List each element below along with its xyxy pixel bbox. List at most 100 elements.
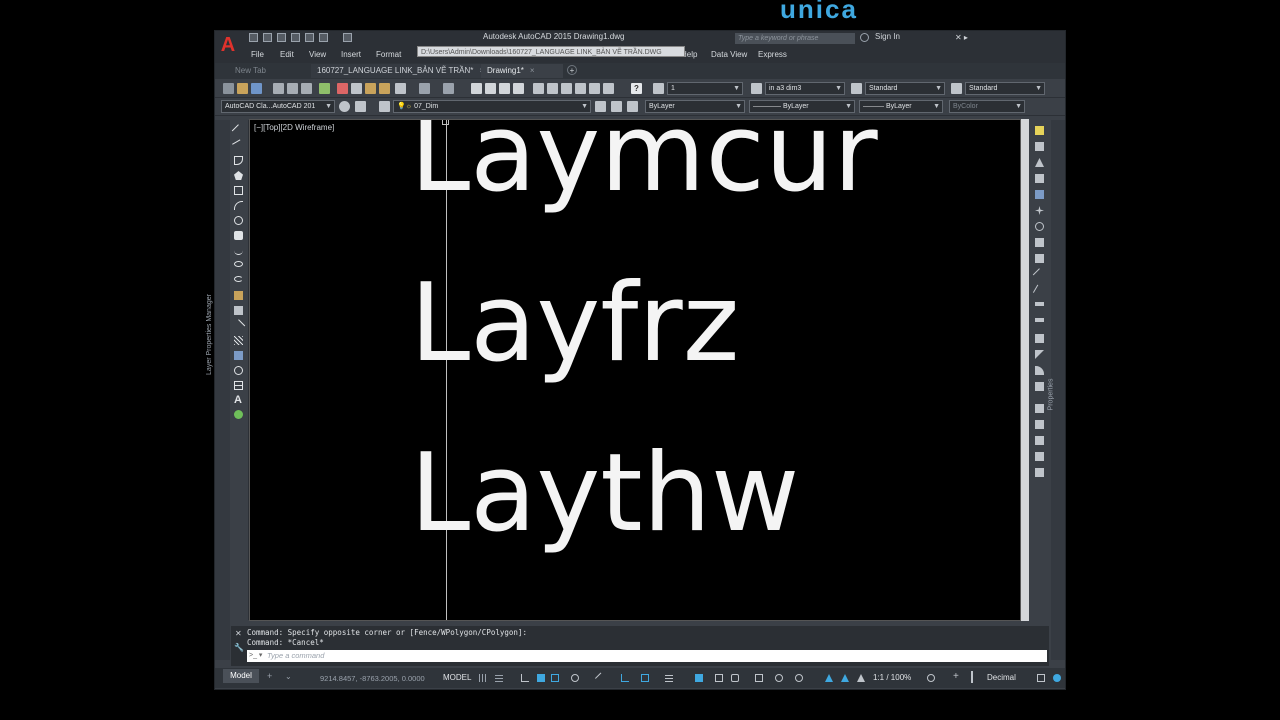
- send-under-icon[interactable]: [1035, 468, 1044, 477]
- auto-scale-icon[interactable]: [841, 674, 849, 682]
- zoom-realtime-icon[interactable]: [485, 83, 496, 94]
- block-editor-icon[interactable]: [395, 83, 406, 94]
- layer-states-icon[interactable]: [627, 101, 638, 112]
- trim-icon[interactable]: [1032, 268, 1047, 282]
- chevron-down-icon[interactable]: ⌄: [285, 672, 292, 681]
- polygon-icon[interactable]: [234, 171, 243, 180]
- text-style-icon[interactable]: [653, 83, 664, 94]
- menu-data-view[interactable]: Data View: [711, 50, 747, 59]
- text-style-select[interactable]: Standard ▼: [865, 82, 945, 95]
- stretch-icon[interactable]: [1035, 254, 1044, 263]
- hatch-icon[interactable]: [234, 336, 243, 345]
- workspace-select[interactable]: AutoCAD Cla...AutoCAD 201 ▼: [221, 100, 335, 113]
- autocad-logo-icon[interactable]: A: [215, 31, 241, 65]
- line-icon[interactable]: [231, 124, 246, 138]
- customization-icon[interactable]: [1053, 674, 1061, 682]
- rotate-icon[interactable]: [1035, 222, 1044, 231]
- design-center-icon[interactable]: [547, 83, 558, 94]
- drawing-canvas[interactable]: [−][Top][2D Wireframe] Laymcur Layfrz La…: [249, 119, 1021, 621]
- add-layout-plus-icon[interactable]: +: [267, 671, 272, 681]
- menu-view[interactable]: View: [309, 50, 326, 59]
- undo-arrow-icon[interactable]: [419, 83, 430, 94]
- chamfer-icon[interactable]: [1035, 350, 1044, 359]
- new-tab-plus-icon[interactable]: +: [567, 65, 577, 75]
- quickcalc-icon[interactable]: [603, 83, 614, 94]
- insert-block-icon[interactable]: [234, 291, 243, 300]
- drawing-text-laythw[interactable]: Laythw: [410, 440, 799, 548]
- join-icon[interactable]: [1035, 334, 1044, 343]
- save-disk-icon[interactable]: [251, 83, 262, 94]
- break-icon[interactable]: [1035, 318, 1044, 322]
- 3d-osnap-icon[interactable]: [731, 674, 739, 682]
- extend-icon[interactable]: [1032, 284, 1047, 298]
- clean-screen-icon[interactable]: [1037, 674, 1045, 682]
- gear-icon[interactable]: [339, 101, 350, 112]
- annotation-scale-icon[interactable]: [857, 674, 865, 682]
- save-as-icon[interactable]: [291, 33, 300, 42]
- ellipse-icon[interactable]: [234, 261, 243, 267]
- drawing-text-laymcur[interactable]: Laymcur: [410, 120, 878, 208]
- multileader-style-icon[interactable]: [951, 83, 962, 94]
- menu-express[interactable]: Express: [758, 50, 787, 59]
- spline-icon[interactable]: [234, 246, 243, 255]
- arc-icon[interactable]: [234, 201, 243, 210]
- ellipse-arc-icon[interactable]: [234, 276, 243, 282]
- point-icon[interactable]: [231, 319, 246, 333]
- layer-select[interactable]: 💡☼ 07_Dim ▼: [393, 100, 591, 113]
- drawing-text-layfrz[interactable]: Layfrz: [410, 270, 739, 378]
- multiline-text-icon[interactable]: A: [234, 394, 242, 406]
- infer-constraints-icon[interactable]: [521, 674, 529, 682]
- grid-icon[interactable]: [479, 674, 487, 682]
- ortho-icon[interactable]: [551, 674, 559, 682]
- publish-icon[interactable]: [301, 83, 312, 94]
- dynamic-input-icon[interactable]: [537, 674, 545, 682]
- sheet-set-icon[interactable]: [575, 83, 586, 94]
- layer-properties-palette-strip[interactable]: [215, 120, 230, 660]
- annotation-monitor-plus-icon[interactable]: +: [953, 671, 959, 682]
- erase-icon[interactable]: [1035, 126, 1044, 135]
- paste-icon[interactable]: [365, 83, 376, 94]
- help-search-input[interactable]: Type a keyword or phrase: [735, 33, 855, 44]
- linetype-select[interactable]: ———— ByLayer ▼: [749, 100, 855, 113]
- workspace-gear-icon[interactable]: [927, 674, 935, 682]
- polyline-icon[interactable]: [234, 156, 243, 165]
- cut-icon[interactable]: [337, 83, 348, 94]
- menu-format[interactable]: Format: [376, 50, 401, 59]
- units-select[interactable]: Decimal: [987, 673, 1016, 682]
- exchange-icon[interactable]: ✕ ▸: [955, 33, 968, 42]
- tab-language-link[interactable]: 160727_LANGUAGE LINK_BẢN VẼ TRẦN*×: [311, 64, 491, 78]
- table-style-select[interactable]: Standard ▼: [965, 82, 1045, 95]
- menu-insert[interactable]: Insert: [341, 50, 361, 59]
- offset-icon[interactable]: [1035, 174, 1044, 183]
- transparency-icon[interactable]: [695, 674, 703, 682]
- draw-order-icon[interactable]: [1035, 404, 1044, 413]
- redo-icon[interactable]: [343, 33, 352, 42]
- fillet-icon[interactable]: [1035, 366, 1044, 375]
- object-snap-icon[interactable]: [641, 674, 649, 682]
- save-icon[interactable]: [277, 33, 286, 42]
- viewport-scale[interactable]: 1:1 / 100%: [873, 673, 911, 682]
- zoom-window-icon[interactable]: [499, 83, 510, 94]
- coordinates-readout[interactable]: 9214.8457, -8763.2005, 0.0000: [320, 674, 425, 683]
- layer-properties-icon[interactable]: [379, 101, 390, 112]
- command-input[interactable]: >_ ▾ Type a command: [247, 650, 1047, 662]
- viewport-controls[interactable]: [−][Top][2D Wireframe]: [254, 123, 334, 132]
- array-icon[interactable]: [1035, 190, 1044, 199]
- help-icon[interactable]: ?: [631, 83, 642, 94]
- annotation-visibility-icon[interactable]: [825, 674, 833, 682]
- explode-icon[interactable]: [1035, 382, 1044, 391]
- open-folder-icon[interactable]: [237, 83, 248, 94]
- undo-icon[interactable]: [319, 33, 328, 42]
- bring-above-icon[interactable]: [1035, 452, 1044, 461]
- close-icon[interactable]: ✕: [235, 629, 242, 638]
- copy-object-icon[interactable]: [1035, 142, 1044, 151]
- vertical-scrollbar[interactable]: [1021, 119, 1029, 621]
- tab-new[interactable]: New Tab: [229, 64, 272, 78]
- copy-icon[interactable]: [351, 83, 362, 94]
- lineweight-icon[interactable]: [665, 674, 673, 682]
- menu-edit[interactable]: Edit: [280, 50, 294, 59]
- table-style-icon[interactable]: [851, 83, 862, 94]
- mirror-icon[interactable]: [1035, 158, 1044, 167]
- selection-cycling-icon[interactable]: [715, 674, 723, 682]
- break-at-point-icon[interactable]: [1035, 302, 1044, 306]
